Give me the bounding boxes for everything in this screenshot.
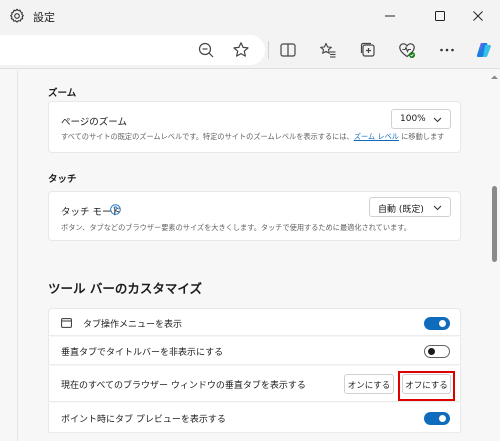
touch-mode-select[interactable]: 自動 (既定) (369, 197, 451, 217)
close-button[interactable] (456, 0, 500, 32)
sidebar-divider (17, 70, 18, 441)
favorite-button[interactable] (231, 40, 251, 60)
browser-toolbar (0, 32, 500, 69)
close-icon (473, 11, 483, 21)
toggle-knob (439, 320, 446, 327)
minimize-button[interactable] (368, 0, 412, 32)
favorite-star-icon (233, 42, 249, 57)
more-icon (440, 48, 454, 52)
help-icon[interactable] (110, 204, 121, 215)
toggle-knob (439, 415, 446, 422)
touch-section-heading: タッチ (48, 174, 77, 185)
tab-actions-menu-label: タブ操作メニューを表示 (83, 320, 183, 330)
hide-title-bar-row: 垂直タブでタイトルバーを非表示にする (48, 337, 461, 365)
zoom-section-heading: ズーム (48, 88, 77, 99)
chevron-down-icon (433, 117, 442, 123)
copilot-button[interactable] (474, 40, 494, 60)
minimize-icon (385, 15, 395, 17)
vertical-tabs-label: 現在のすべてのブラウザー ウィンドウの垂直タブを表示する (61, 381, 306, 391)
tab-preview-toggle[interactable] (424, 412, 450, 425)
title-bar: 設定 (0, 0, 500, 32)
split-screen-button[interactable] (278, 40, 298, 60)
collections-button[interactable] (358, 40, 378, 60)
page-zoom-select[interactable]: 100% (391, 109, 451, 129)
gear-icon (10, 8, 24, 23)
collections-icon (360, 42, 375, 57)
tab-preview-label: ポイント時にタブ プレビューを表示する (61, 415, 226, 425)
touch-mode-value: 自動 (既定) (378, 205, 424, 215)
chevron-down-icon (433, 205, 442, 211)
touch-mode-description: ボタン、タブなどのブラウザー要素のサイズを大きくします。タッチで使用するために最… (61, 223, 411, 232)
hide-title-bar-toggle[interactable] (424, 345, 450, 358)
more-button[interactable] (437, 40, 457, 60)
touch-mode-card: タッチ モード ボタン、タブなどのブラウザー要素のサイズを大きくします。タッチで… (48, 191, 461, 241)
hide-title-bar-label: 垂直タブでタイトルバーを非表示にする (61, 348, 224, 358)
tab-actions-menu-row: タブ操作メニューを表示 (48, 308, 461, 336)
tab-actions-icon (61, 318, 72, 328)
tab-actions-menu-toggle[interactable] (424, 317, 450, 330)
zoom-out-icon (198, 42, 214, 58)
tab-preview-row: ポイント時にタブ プレビューを表示する (48, 403, 461, 433)
scrollbar-thumb[interactable] (492, 186, 497, 262)
page-zoom-description: すべてのサイトの既定のズームレベルです。特定のサイトのズームレベルを表示するには… (61, 132, 444, 142)
page-zoom-value: 100% (400, 114, 426, 124)
page-zoom-label: ページのズーム (61, 117, 128, 128)
page-zoom-desc-suffix: に移動します (398, 132, 445, 141)
toolbar-separator (268, 41, 269, 59)
page-zoom-card: ページのズーム すべてのサイトの既定のズームレベルです。特定のサイトのズームレベ… (48, 101, 461, 153)
split-screen-icon (280, 43, 296, 57)
favorites-list-button[interactable] (318, 40, 338, 60)
address-bar[interactable] (0, 35, 265, 65)
turn-on-button[interactable]: オンにする (344, 374, 394, 394)
window-title: 設定 (33, 11, 55, 24)
zoom-out-button[interactable] (196, 40, 216, 60)
copilot-icon (476, 43, 491, 57)
browser-essentials-icon (399, 43, 415, 58)
browser-essentials-button[interactable] (397, 40, 417, 60)
page-zoom-desc-text: すべてのサイトの既定のズームレベルです。特定のサイトのズームレベルを表示するには… (61, 132, 354, 141)
highlight-box (398, 371, 455, 401)
zoom-level-link[interactable]: ズーム レベル (354, 132, 399, 141)
favorites-list-icon (320, 42, 336, 58)
toggle-knob (428, 348, 435, 355)
toolbar-customize-heading: ツール バーのカスタマイズ (48, 281, 202, 296)
maximize-icon (435, 11, 445, 21)
scroll-up-arrow-icon[interactable] (490, 74, 499, 80)
